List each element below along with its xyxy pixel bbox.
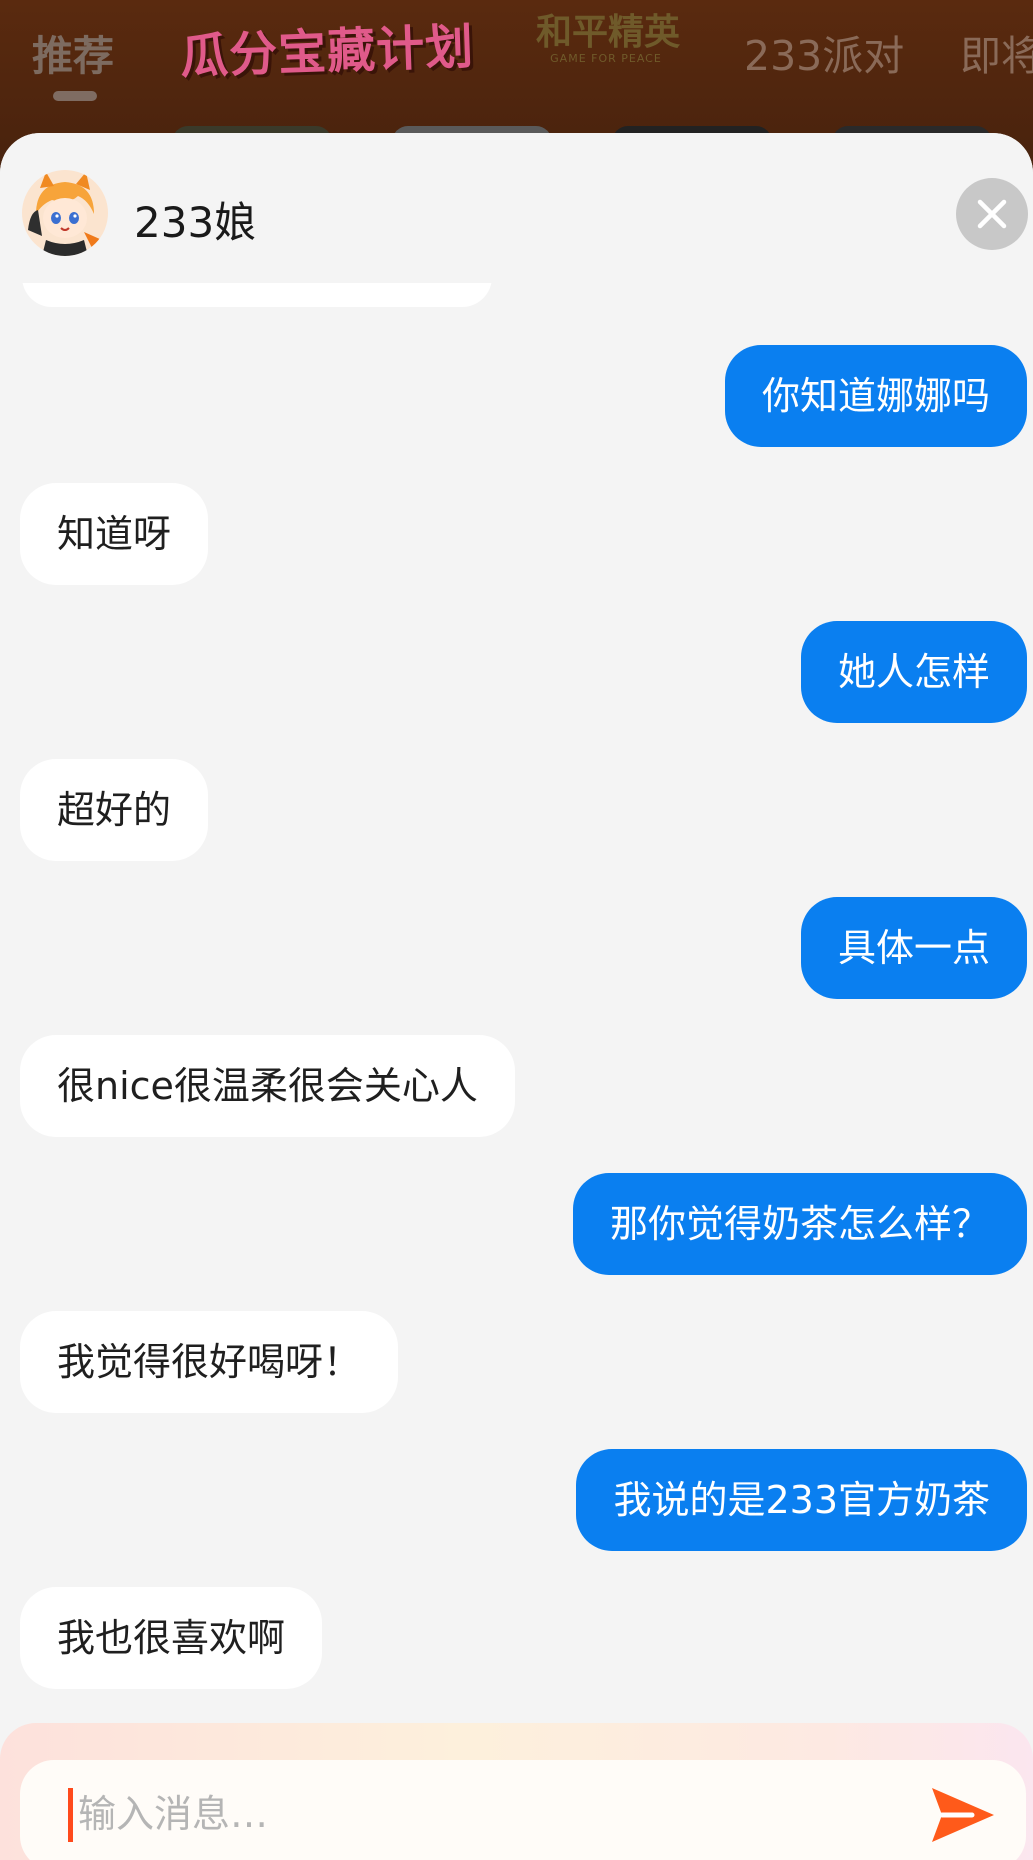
chat-header: 233娘	[0, 133, 1033, 283]
user-message-bubble: 你知道娜娜吗	[724, 345, 1027, 447]
user-message-bubble: 具体一点	[800, 897, 1027, 999]
tab-treasure-plan[interactable]: 瓜分宝藏计划	[179, 7, 475, 87]
user-message-bubble: 我说的是233官方奶茶	[576, 1449, 1027, 1551]
top-tab-bar: 推荐 瓜分宝藏计划 和平精英 GAME FOR PEACE 233派对 即将	[0, 0, 1033, 150]
send-button[interactable]	[928, 1782, 998, 1848]
close-button[interactable]	[956, 178, 1028, 250]
message-input-box[interactable]	[20, 1760, 1026, 1860]
send-icon	[932, 1788, 994, 1842]
tab-soon[interactable]: 即将	[960, 22, 1033, 82]
avatar[interactable]	[22, 170, 108, 256]
message-input[interactable]	[74, 1778, 918, 1850]
bot-message-bubble: 很nice很温柔很会关心人	[20, 1035, 515, 1137]
chat-title: 233娘	[134, 198, 257, 247]
avatar-image	[22, 170, 108, 256]
tab-game-title: 和平精英	[536, 12, 681, 53]
user-message-bubble: 那你觉得奶茶怎么样？	[572, 1173, 1027, 1275]
tab-game-subtitle: GAME FOR PEACE	[550, 52, 662, 65]
bot-message-bubble: 我觉得很好喝呀！	[20, 1311, 399, 1413]
bot-message-bubble: 超好的	[20, 759, 209, 861]
tab-indicator	[53, 91, 97, 101]
text-caret	[68, 1788, 73, 1842]
user-message-bubble: 她人怎样	[800, 621, 1027, 723]
tab-game-for-peace[interactable]: 和平精英 GAME FOR PEACE	[536, 12, 681, 66]
bot-message-bubble: 知道呀	[20, 483, 209, 585]
tab-party[interactable]: 233派对	[744, 22, 904, 82]
chat-sheet: 233娘 你知道娜娜吗 知道呀 她人怎样 超好的 具体一点 很nice很温柔很会…	[0, 133, 1033, 1860]
close-icon	[977, 199, 1007, 229]
bot-message-bubble: 我也很喜欢啊	[20, 1587, 323, 1689]
input-area	[0, 1723, 1033, 1860]
tab-recommend[interactable]: 推荐	[32, 22, 114, 82]
